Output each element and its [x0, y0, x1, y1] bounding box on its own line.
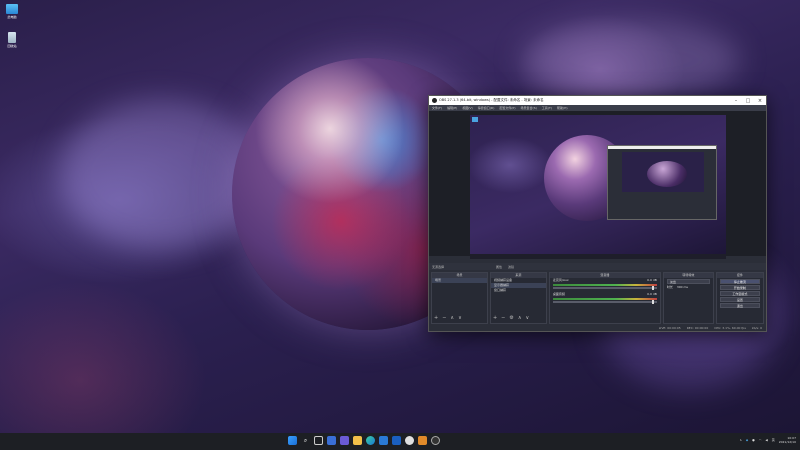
obs-icon[interactable]: [431, 436, 440, 445]
track-name: 麦克风/Aux: [552, 278, 569, 282]
kbps-status: kb/s: 0: [751, 326, 762, 330]
edge-icon[interactable]: [366, 436, 375, 445]
move-up-icon[interactable]: ∧: [518, 315, 522, 321]
menu-scene-collection[interactable]: 场景集合(S): [521, 106, 537, 110]
scene-item[interactable]: 场景: [432, 278, 487, 283]
system-tray: ∧ ◆ ● ◠ ◀ 英 10:07 2021/12/10: [740, 436, 796, 444]
preview-taskbar: [470, 254, 726, 259]
store-icon[interactable]: [379, 436, 388, 445]
menu-profile[interactable]: 配置文件(P): [499, 106, 515, 110]
preview-area[interactable]: [429, 111, 766, 259]
volume-slider[interactable]: [552, 286, 657, 290]
widgets-icon[interactable]: [327, 436, 336, 445]
photos-icon[interactable]: [418, 436, 427, 445]
rec-status: REC: 00:00:00: [686, 326, 709, 330]
scenes-footer: + − ∧ ∨: [434, 315, 462, 321]
volume-meter: [552, 284, 657, 286]
remove-source-button[interactable]: −: [501, 315, 505, 321]
volume-slider[interactable]: [552, 300, 657, 304]
sources-dock: 来源 视频捕获设备 显示器捕获 窗口捕获 + − ⚙ ∧ ∨: [489, 272, 547, 324]
taskbar-apps: ⌕: [288, 436, 440, 445]
sources-footer: + − ⚙ ∧ ∨: [493, 315, 529, 321]
properties-button[interactable]: 属性: [496, 265, 502, 269]
menu-view[interactable]: 视图(V): [462, 106, 472, 110]
transition-type-select[interactable]: 淡出: [666, 279, 710, 284]
maximize-button[interactable]: □: [742, 98, 754, 104]
duration-input[interactable]: 300 ms: [677, 285, 688, 290]
scenes-dock: 场景 场景 + − ∧ ∨: [431, 272, 488, 324]
task-view-icon[interactable]: [314, 436, 323, 445]
desktop-icon-this-pc[interactable]: 此电脑: [3, 4, 21, 19]
mixer-track: 麦克风/Aux 0.0 dB: [550, 278, 660, 283]
source-toolbar: 无源选择 属性 滤镜: [429, 263, 766, 270]
track-name: 桌面音频: [552, 292, 565, 296]
explorer-icon[interactable]: [353, 436, 362, 445]
controls-dock-title: 控件: [716, 273, 763, 278]
window-title: OBS 27.1.3 (64-bit, windows) - 配置文件: 未命名…: [439, 98, 544, 102]
studio-mode-button[interactable]: 工作室模式: [719, 291, 760, 296]
desktop-icon-label: 此电脑: [7, 15, 17, 19]
chevron-up-icon[interactable]: ∧: [740, 438, 742, 442]
start-recording-button[interactable]: 开始录制: [719, 285, 760, 290]
mail-icon[interactable]: [392, 436, 401, 445]
browser-icon[interactable]: [405, 436, 414, 445]
volume-meter: [552, 298, 657, 300]
track-level: 0.0 dB: [647, 278, 657, 282]
mixer-track: 桌面音频 0.0 dB: [550, 292, 660, 297]
duration-label: 时长: [666, 285, 673, 289]
nested-obs-window: [607, 145, 717, 220]
ime-indicator[interactable]: 英: [772, 438, 775, 442]
add-scene-button[interactable]: +: [434, 315, 438, 321]
preview-desktop-icon: [472, 117, 478, 122]
move-down-icon[interactable]: ∨: [526, 315, 530, 321]
close-button[interactable]: ×: [754, 98, 766, 104]
docks: 场景 场景 + − ∧ ∨ 来源 视频捕获设备 显示器捕获 窗口捕获 + − ⚙…: [431, 272, 764, 324]
obs-tray-icon[interactable]: ●: [752, 438, 755, 442]
add-source-button[interactable]: +: [493, 315, 497, 321]
bluetooth-icon[interactable]: ◆: [746, 438, 748, 442]
source-settings-icon[interactable]: ⚙: [509, 315, 513, 321]
preview-canvas[interactable]: [470, 115, 726, 259]
menu-help[interactable]: 帮助(H): [557, 106, 568, 110]
obs-logo-icon: [432, 98, 437, 103]
menu-edit[interactable]: 编辑(E): [447, 106, 457, 110]
cpu-status: CPU: 3.1%, 60.00 fps: [714, 326, 746, 330]
minimize-button[interactable]: –: [730, 98, 742, 104]
wifi-icon[interactable]: ◠: [759, 438, 762, 442]
live-status: LIVE: 00:00:05: [658, 326, 681, 330]
desktop-icon-recycle-bin[interactable]: 回收站: [3, 32, 21, 48]
clock[interactable]: 10:07 2021/12/10: [779, 436, 796, 444]
speaker-icon[interactable]: ◀: [765, 438, 767, 442]
obs-titlebar[interactable]: OBS 27.1.3 (64-bit, windows) - 配置文件: 未命名…: [429, 96, 766, 105]
start-icon[interactable]: [288, 436, 297, 445]
transitions-dock-title: 转场特效: [663, 273, 713, 278]
clock-date: 2021/12/10: [778, 440, 796, 444]
desktop-icon-label: 回收站: [7, 44, 17, 48]
mixer-dock: 混音器 麦克风/Aux 0.0 dB 桌面音频 0.0 dB: [548, 272, 661, 324]
remove-scene-button[interactable]: −: [442, 315, 446, 321]
stop-streaming-button[interactable]: 停止推流: [719, 279, 760, 284]
move-down-icon[interactable]: ∨: [458, 315, 462, 321]
track-level: 0.0 dB: [647, 292, 657, 296]
recycle-bin-icon: [8, 32, 16, 43]
transitions-dock: 转场特效 淡出 时长 300 ms: [662, 272, 714, 324]
search-icon[interactable]: ⌕: [301, 436, 310, 445]
menu-tools[interactable]: 工具(T): [542, 106, 552, 110]
monitor-icon: [6, 4, 18, 14]
filters-button[interactable]: 滤镜: [508, 265, 514, 269]
obs-window[interactable]: OBS 27.1.3 (64-bit, windows) - 配置文件: 未命名…: [428, 95, 767, 332]
taskbar: ⌕ ∧ ◆ ● ◠ ◀ 英 10:07 2021/12/10: [0, 433, 800, 450]
move-up-icon[interactable]: ∧: [450, 315, 454, 321]
chat-icon[interactable]: [340, 436, 349, 445]
controls-dock: 控件 停止推流 开始录制 工作室模式 设置 退出: [715, 272, 764, 324]
exit-button[interactable]: 退出: [719, 303, 760, 308]
source-item[interactable]: 窗口捕获: [491, 288, 546, 293]
menu-docks[interactable]: 停靠窗口(D): [478, 106, 495, 110]
menu-file[interactable]: 文件(F): [432, 106, 442, 110]
settings-button[interactable]: 设置: [719, 297, 760, 302]
status-bar: LIVE: 00:00:05 REC: 00:00:00 CPU: 3.1%, …: [429, 325, 766, 331]
no-source-label: 无源选择: [432, 264, 445, 269]
duration-row: 时长 300 ms: [664, 285, 713, 290]
